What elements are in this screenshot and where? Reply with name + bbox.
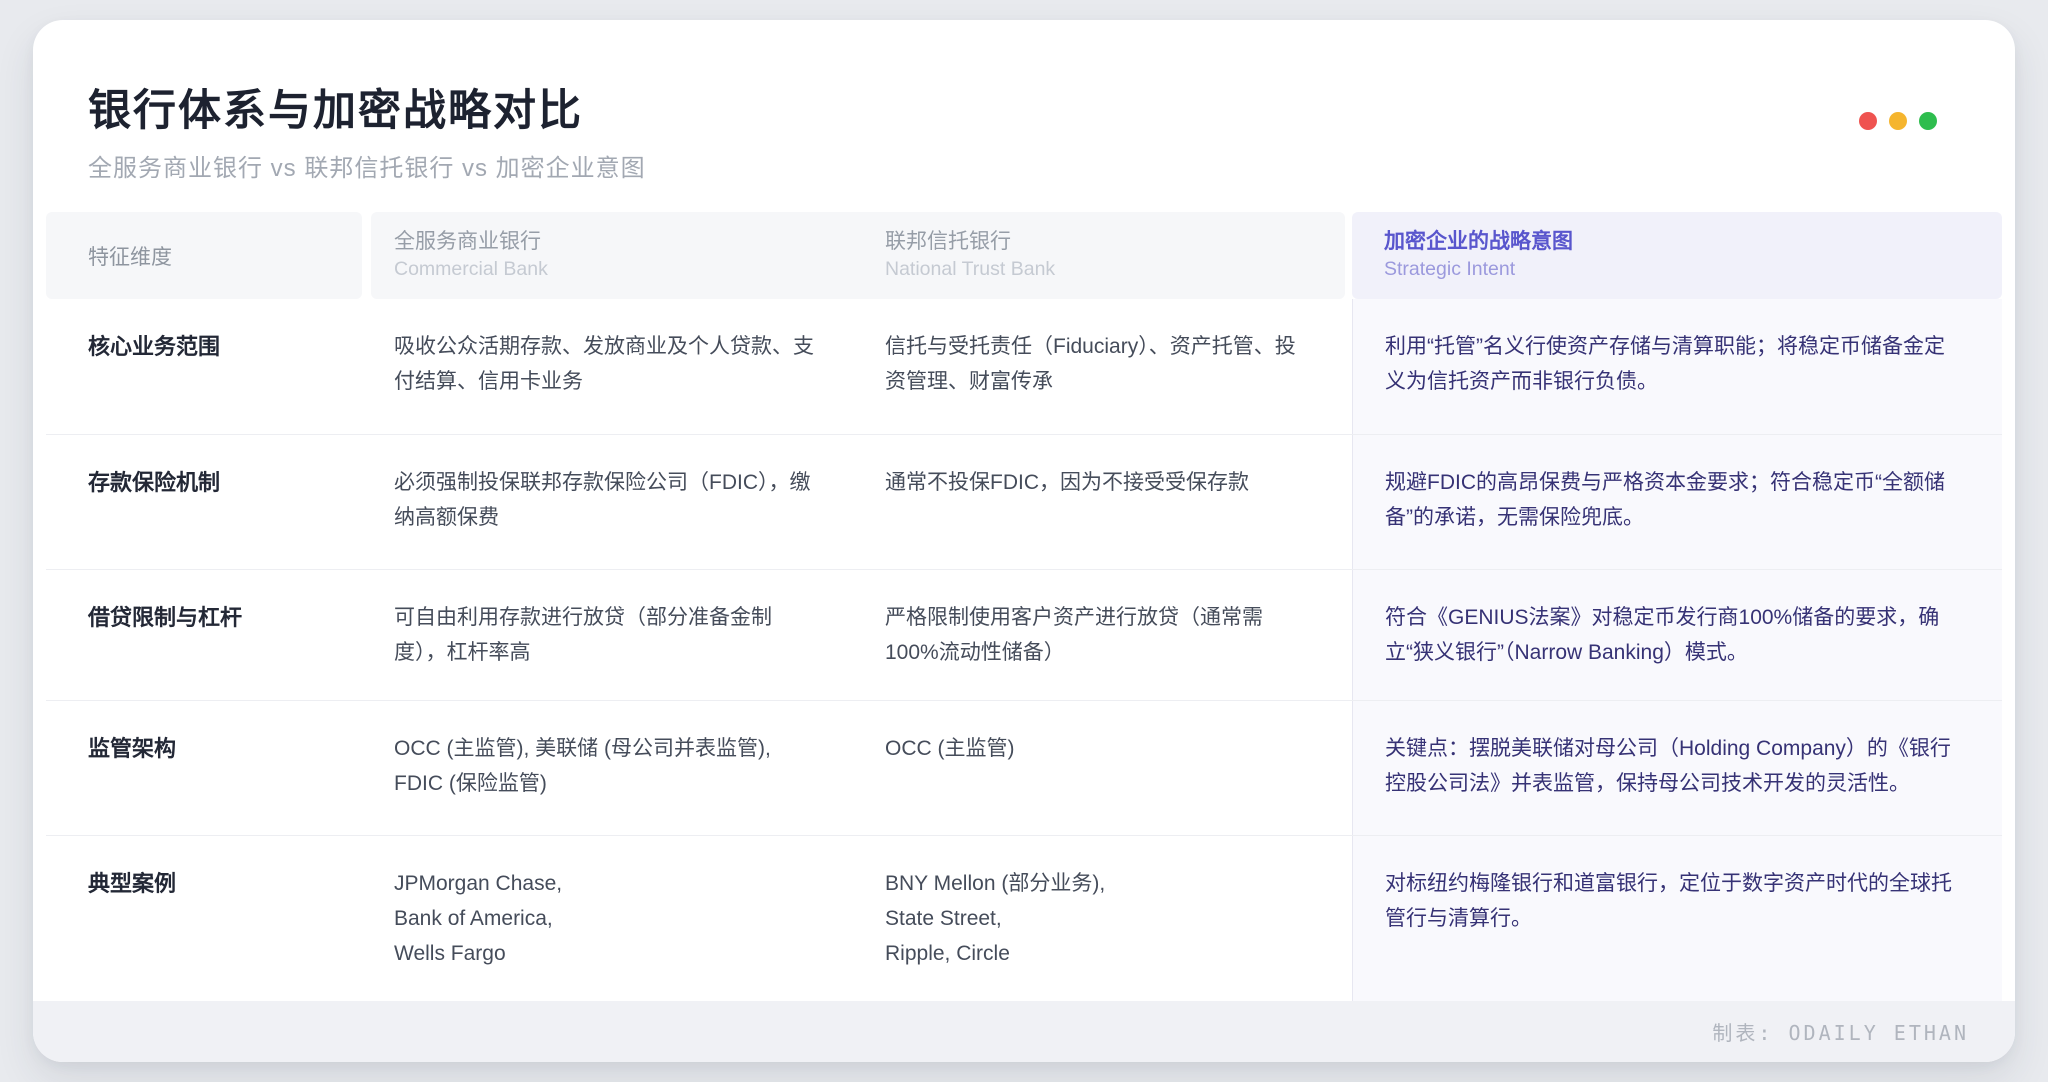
- cell-strategic-intent: 利用“托管”名义行使资产存储与清算职能；将稳定币储备金定义为信托资产而非银行负债…: [1352, 299, 2002, 434]
- window-controls: [1859, 112, 1937, 130]
- column-header-label: 联邦信托银行: [885, 228, 1345, 256]
- cell-trust-bank: 信托与受托责任（Fiduciary）、资产托管、投资管理、财富传承: [862, 299, 1352, 434]
- row-feature-label: 核心业务范围: [46, 299, 362, 434]
- column-header-sublabel: National Trust Bank: [885, 256, 1345, 282]
- column-header-feature: 特征维度: [46, 212, 362, 299]
- cell-strategic-intent: 符合《GENIUS法案》对稳定币发行商100%储备的要求，确立“狭义银行”（Na…: [1352, 570, 2002, 700]
- cell-strategic-intent: 规避FDIC的高昂保费与严格资本金要求；符合稳定币“全额储备”的承诺，无需保险兜…: [1352, 435, 2002, 569]
- cell-commercial-bank: 吸收公众活期存款、发放商业及个人贷款、支付结算、信用卡业务: [371, 299, 862, 434]
- cell-commercial-bank: JPMorgan Chase, Bank of America, Wells F…: [371, 836, 862, 1001]
- card-header: 银行体系与加密战略对比 全服务商业银行 vs 联邦信托银行 vs 加密企业意图: [33, 20, 2015, 186]
- cell-strategic-intent: 对标纽约梅隆银行和道富银行，定位于数字资产时代的全球托管行与清算行。: [1352, 836, 2002, 1001]
- column-header-label: 加密企业的战略意图: [1384, 228, 2002, 256]
- credit-label: 制表:: [1712, 1021, 1773, 1045]
- comparison-card: 银行体系与加密战略对比 全服务商业银行 vs 联邦信托银行 vs 加密企业意图 …: [33, 20, 2015, 1062]
- cell-trust-bank: OCC (主监管): [862, 701, 1352, 835]
- cell-strategic-intent: 关键点：摆脱美联储对母公司（Holding Company）的《银行控股公司法》…: [1352, 701, 2002, 835]
- column-header-strategic-intent: 加密企业的战略意图 Strategic Intent: [1352, 212, 2002, 299]
- credit-value: ODAILY ETHAN: [1789, 1021, 1970, 1045]
- row-feature-label: 典型案例: [46, 836, 362, 1001]
- page-title: 银行体系与加密战略对比: [88, 84, 2015, 138]
- page-subtitle: 全服务商业银行 vs 联邦信托银行 vs 加密企业意图: [88, 152, 2015, 186]
- column-header-commercial-bank: 全服务商业银行 Commercial Bank: [371, 212, 862, 299]
- column-header-label: 特征维度: [88, 241, 172, 271]
- cell-trust-bank: 严格限制使用客户资产进行放贷（通常需100%流动性储备）: [862, 570, 1352, 700]
- row-feature-label: 监管架构: [46, 701, 362, 835]
- column-header-trust-bank: 联邦信托银行 National Trust Bank: [862, 212, 1345, 299]
- column-header-sublabel: Strategic Intent: [1384, 256, 2002, 282]
- cell-commercial-bank: 必须强制投保联邦存款保险公司（FDIC），缴纳高额保费: [371, 435, 862, 569]
- zoom-icon[interactable]: [1919, 112, 1937, 130]
- column-header-label: 全服务商业银行: [394, 228, 862, 256]
- cell-commercial-bank: 可自由利用存款进行放贷（部分准备金制度），杠杆率高: [371, 570, 862, 700]
- card-footer: 制表: ODAILY ETHAN: [33, 1001, 2015, 1062]
- table-row: 核心业务范围 吸收公众活期存款、发放商业及个人贷款、支付结算、信用卡业务 信托与…: [46, 299, 2002, 435]
- cell-commercial-bank: OCC (主监管), 美联储 (母公司并表监管), FDIC (保险监管): [371, 701, 862, 835]
- table-row: 存款保险机制 必须强制投保联邦存款保险公司（FDIC），缴纳高额保费 通常不投保…: [46, 435, 2002, 570]
- comparison-table: 特征维度 全服务商业银行 Commercial Bank 联邦信托银行 Nati…: [46, 212, 2002, 1001]
- credit-text: 制表: ODAILY ETHAN: [1712, 1017, 1969, 1046]
- row-feature-label: 存款保险机制: [46, 435, 362, 569]
- table-header-row: 特征维度 全服务商业银行 Commercial Bank 联邦信托银行 Nati…: [46, 212, 2002, 299]
- column-header-sublabel: Commercial Bank: [394, 256, 862, 282]
- cell-trust-bank: 通常不投保FDIC，因为不接受受保存款: [862, 435, 1352, 569]
- minimize-icon[interactable]: [1889, 112, 1907, 130]
- table-row: 借贷限制与杠杆 可自由利用存款进行放贷（部分准备金制度），杠杆率高 严格限制使用…: [46, 570, 2002, 701]
- table-row: 监管架构 OCC (主监管), 美联储 (母公司并表监管), FDIC (保险监…: [46, 701, 2002, 836]
- close-icon[interactable]: [1859, 112, 1877, 130]
- cell-trust-bank: BNY Mellon (部分业务), State Street, Ripple,…: [862, 836, 1352, 1001]
- table-row: 典型案例 JPMorgan Chase, Bank of America, We…: [46, 836, 2002, 1001]
- bank-columns-header-band: 全服务商业银行 Commercial Bank 联邦信托银行 National …: [371, 212, 1345, 299]
- row-feature-label: 借贷限制与杠杆: [46, 570, 362, 700]
